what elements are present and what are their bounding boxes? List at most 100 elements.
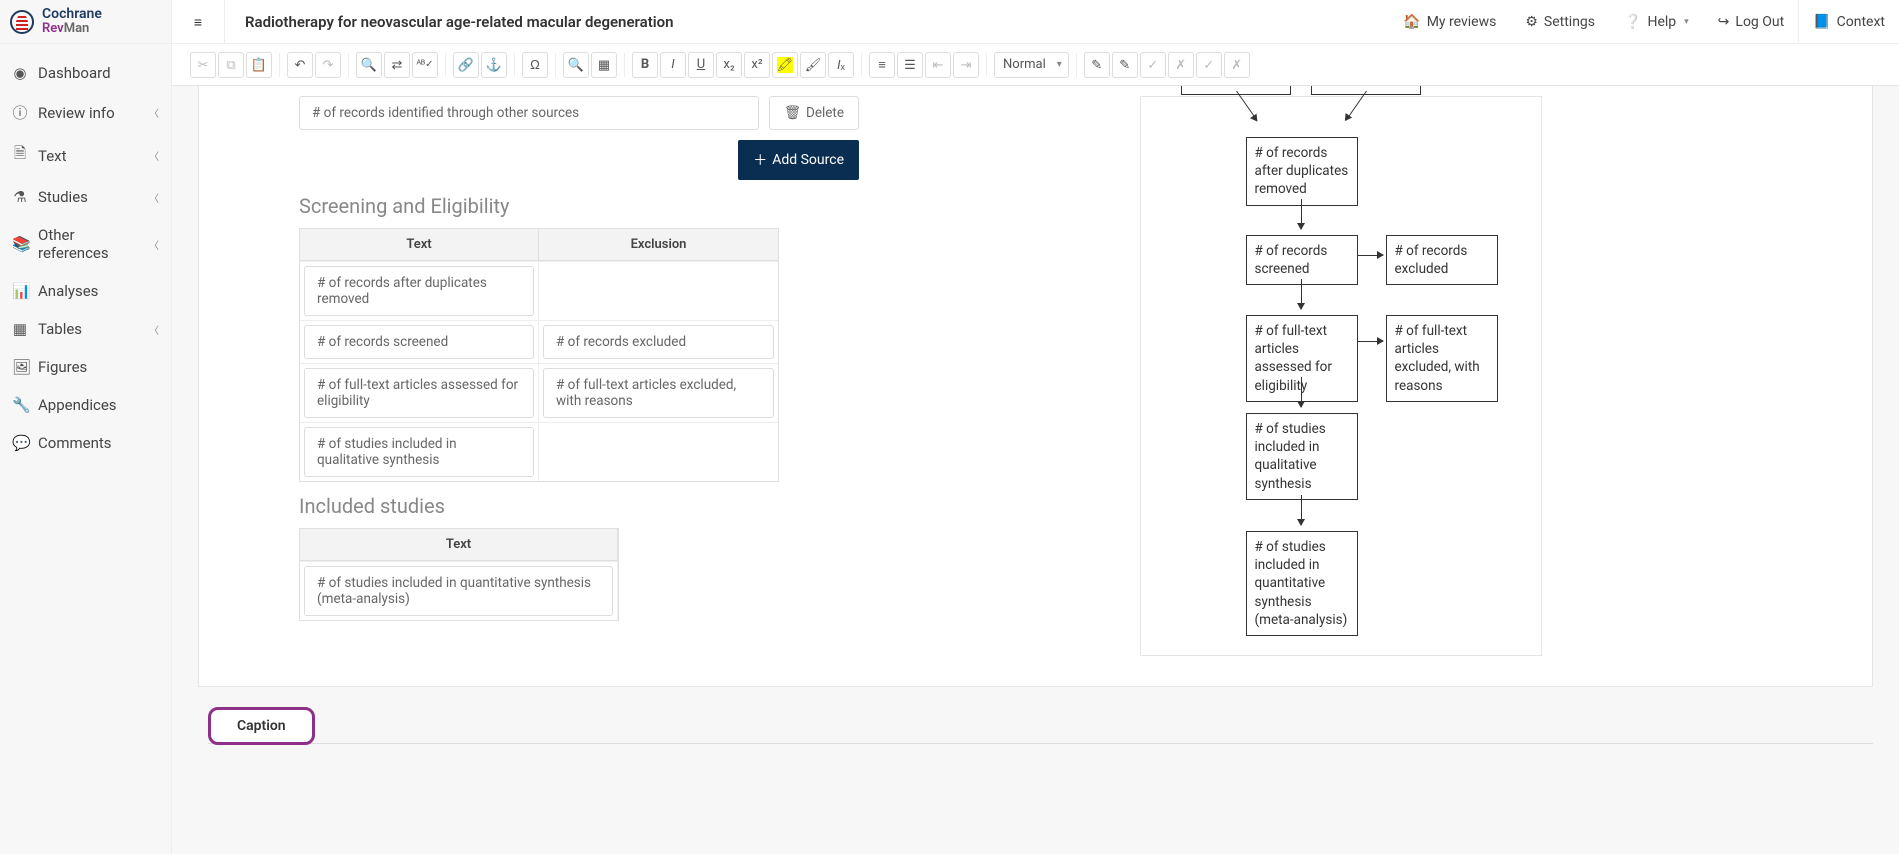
show-changes-icon: ✎	[1119, 57, 1130, 73]
reject-all-icon: ✗	[1231, 57, 1242, 73]
underline-icon: U	[697, 57, 705, 72]
flow-box-fulltext-assessed: # of full-text articles assessed for eli…	[1246, 315, 1358, 402]
arrow	[1301, 377, 1302, 407]
spellcheck-button[interactable]: ᴬᴮ✓	[412, 52, 438, 78]
trash-icon: 🗑	[784, 105, 801, 121]
settings-link[interactable]: ⚙ Settings	[1510, 0, 1609, 43]
highlight-button[interactable]: 🖍	[772, 52, 798, 78]
brush-button[interactable]: 🖌	[800, 52, 826, 78]
sidebar-item-comments[interactable]: 💬 Comments	[0, 424, 171, 462]
numbered-list-button[interactable]: ≡	[869, 52, 895, 78]
grid-icon: ▦	[598, 57, 610, 73]
replace-icon: ⇄	[392, 57, 403, 73]
undo-button[interactable]: ↶	[287, 52, 313, 78]
paste-button[interactable]: 📋	[246, 52, 272, 78]
nav-label: Comments	[38, 434, 112, 452]
nav-label: Analyses	[38, 282, 98, 300]
search-icon: 🔍	[361, 57, 377, 73]
logo[interactable]: Cochrane RevMan	[0, 0, 171, 44]
sidebar-item-other-references[interactable]: 📚Other references〈	[0, 216, 171, 272]
settings-label: Settings	[1544, 14, 1595, 30]
sidebar-item-appendices[interactable]: 🔧Appendices	[0, 386, 171, 424]
nav-label: Other references	[38, 226, 139, 262]
ol-icon: ≡	[878, 57, 886, 72]
chevron-right-icon: 〈	[149, 105, 159, 120]
screening-table: Text Exclusion # of records after duplic…	[299, 228, 779, 482]
format-select[interactable]: Normal	[994, 52, 1069, 78]
outdent-button[interactable]: ⇤	[925, 52, 951, 78]
show-changes-button[interactable]: ✎	[1112, 52, 1138, 78]
nav-icon: ◉	[12, 64, 28, 82]
nav-icon: 💬	[12, 434, 28, 452]
paste-icon: 📋	[251, 57, 267, 73]
copy-icon: ⧉	[226, 57, 235, 73]
special-char-button[interactable]: Ω	[522, 52, 548, 78]
screening-exclusion-cell[interactable]: # of records excluded	[543, 325, 774, 359]
find-button[interactable]: 🔍	[356, 52, 382, 78]
add-source-button[interactable]: ＋ Add Source	[738, 140, 859, 180]
source-input-other[interactable]: # of records identified through other so…	[299, 96, 759, 130]
logout-link[interactable]: ↪ Log Out	[1703, 0, 1799, 43]
sidebar-item-figures[interactable]: 🖼Figures	[0, 348, 171, 386]
track-changes-button[interactable]: ✎	[1084, 52, 1110, 78]
screening-text-cell[interactable]: # of studies included in qualitative syn…	[304, 427, 534, 477]
context-label: Context	[1837, 14, 1885, 30]
help-link[interactable]: ❔ Help ▾	[1609, 0, 1703, 43]
screening-text-cell[interactable]: # of records screened	[304, 325, 534, 359]
arrow	[1358, 341, 1383, 342]
toggle-sidebar-button[interactable]: ≡	[172, 0, 225, 44]
indent-button[interactable]: ⇥	[953, 52, 979, 78]
nav-label: Text	[38, 147, 67, 165]
redo-button[interactable]: ↷	[315, 52, 341, 78]
nav-icon: 🗎	[12, 143, 28, 168]
superscript-button[interactable]: x²	[744, 52, 770, 78]
link-button[interactable]: 🔗	[453, 52, 479, 78]
clear-format-button[interactable]: Iₓ	[828, 52, 854, 78]
caption-tab[interactable]: Caption	[208, 707, 315, 745]
screening-text-cell[interactable]: # of full-text articles assessed for eli…	[304, 368, 534, 418]
anchor-button[interactable]: ⚓	[481, 52, 507, 78]
calc-button[interactable]: ▦	[591, 52, 617, 78]
sidebar-item-studies[interactable]: ⚗Studies〈	[0, 178, 171, 216]
screening-text-cell[interactable]: # of records after duplicates removed	[304, 266, 534, 316]
nav-icon: 📚	[12, 235, 28, 253]
topbar: ≡ Radiotherapy for neovascular age-relat…	[172, 0, 1899, 44]
reject-icon: ✗	[1175, 57, 1186, 73]
subscript-button[interactable]: x₂	[716, 52, 742, 78]
sidebar-item-analyses[interactable]: 📊Analyses	[0, 272, 171, 310]
accept-all-button[interactable]: ✓	[1196, 52, 1222, 78]
reject-all-button[interactable]: ✗	[1224, 52, 1250, 78]
cut-button[interactable]: ✂	[190, 52, 216, 78]
replace-button[interactable]: ⇄	[384, 52, 410, 78]
arrow	[1358, 255, 1383, 256]
reject-change-button[interactable]: ✗	[1168, 52, 1194, 78]
delete-source-button[interactable]: 🗑 Delete	[769, 96, 859, 130]
accept-all-icon: ✓	[1203, 57, 1214, 73]
copy-button[interactable]: ⧉	[218, 52, 244, 78]
highlight-icon: 🖍	[777, 57, 794, 73]
sidebar-item-dashboard[interactable]: ◉Dashboard	[0, 54, 171, 92]
nav-icon: 🔧	[12, 396, 28, 414]
zoom-button[interactable]: 🔍	[563, 52, 589, 78]
underline-button[interactable]: U	[688, 52, 714, 78]
sidebar-item-review-info[interactable]: ⓘReview info〈	[0, 92, 171, 133]
screening-exclusion-cell[interactable]: # of full-text articles excluded, with r…	[543, 368, 774, 418]
italic-icon: I	[671, 57, 674, 72]
my-reviews-link[interactable]: 🏠 My reviews	[1388, 0, 1510, 43]
help-icon: ❔	[1624, 13, 1641, 30]
bullet-list-button[interactable]: ☰	[897, 52, 923, 78]
context-link[interactable]: 📘 Context	[1798, 0, 1899, 43]
accept-change-button[interactable]: ✓	[1140, 52, 1166, 78]
included-text-cell[interactable]: # of studies included in quantitative sy…	[304, 566, 613, 616]
clear-format-icon: Iₓ	[837, 57, 845, 73]
sidebar-item-text[interactable]: 🗎Text〈	[0, 133, 171, 178]
nav-label: Studies	[38, 188, 88, 206]
sidebar-item-tables[interactable]: ▦Tables〈	[0, 310, 171, 348]
bold-button[interactable]: B	[632, 52, 658, 78]
included-col-text: Text	[300, 529, 618, 561]
format-select-value: Normal	[1003, 57, 1046, 72]
brush-icon: 🖌	[805, 57, 822, 73]
page-title: Radiotherapy for neovascular age-related…	[225, 13, 694, 31]
italic-button[interactable]: I	[660, 52, 686, 78]
flow-box-quantitative: # of studies included in quantitative sy…	[1246, 531, 1358, 636]
